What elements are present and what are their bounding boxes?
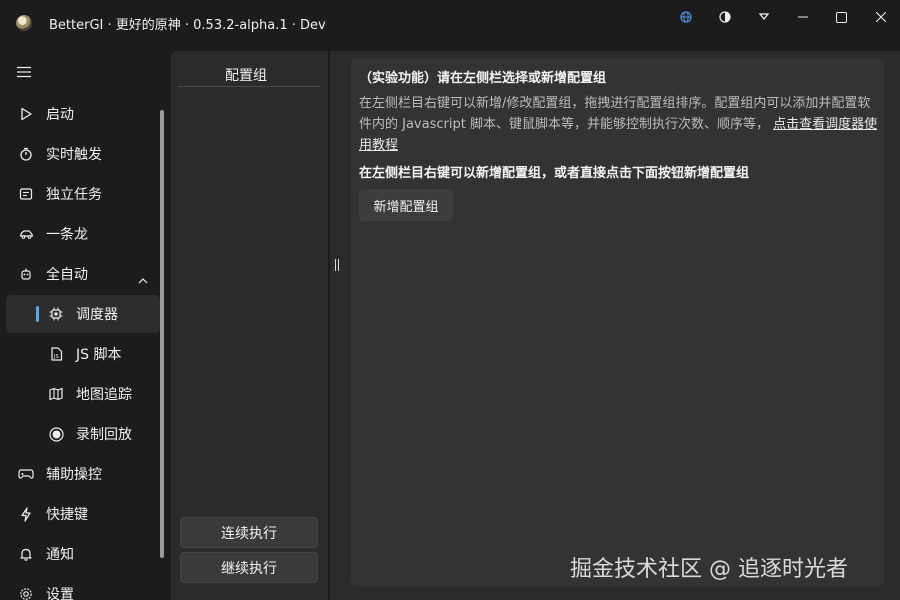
app-logo — [16, 15, 32, 31]
close-icon[interactable] — [861, 0, 900, 34]
car-icon — [18, 226, 34, 242]
settings-icon — [18, 586, 34, 600]
stopwatch-icon — [18, 146, 34, 162]
globe-icon[interactable] — [666, 0, 705, 34]
minimize-icon[interactable] — [783, 0, 822, 34]
new-config-group-button[interactable]: 新增配置组 — [359, 189, 453, 221]
sidebar-item-hotkeys[interactable]: 快捷键 — [6, 495, 160, 533]
sidebar-item-launch[interactable]: 启动 — [6, 95, 160, 133]
chip-icon — [48, 306, 64, 322]
sidebar-item-label: 地图追踪 — [76, 387, 132, 403]
card-description: 在左侧栏目右键可以新增/修改配置组，拖拽进行配置组排序。配置组内可以添加并配置软… — [359, 93, 879, 156]
sidebar-item-label: 快捷键 — [46, 507, 88, 523]
config-group-header: 配置组 — [225, 68, 267, 84]
sidebar-item-label: 设置 — [46, 587, 74, 600]
watermark: 掘金技术社区 @ 追逐时光者 — [570, 557, 848, 582]
sidebar-item-map-tracking[interactable]: 地图追踪 — [6, 375, 160, 413]
hamburger-menu-icon[interactable] — [16, 63, 32, 78]
sidebar-item-label: 实时触发 — [46, 147, 102, 163]
js-file-icon: JS — [48, 346, 64, 362]
sidebar-item-full-auto[interactable]: 全自动 — [6, 255, 160, 293]
sidebar-item-settings[interactable]: 设置 — [6, 575, 160, 600]
window-title: BetterGI · 更好的原神 · 0.53.2-alpha.1 · Dev — [49, 18, 326, 33]
card-hint: 在左侧栏目右键可以新增配置组，或者直接点击下面按钮新增配置组 — [359, 166, 750, 181]
sidebar-nav: 启动 实时触发 独立任务 一条龙 全自动 调度器 JS JS 脚本 地图追踪 录… — [0, 44, 168, 600]
svg-text:JS: JS — [53, 354, 59, 360]
title-bar: BetterGI · 更好的原神 · 0.53.2-alpha.1 · Dev — [0, 0, 900, 44]
sidebar-item-one-dragon[interactable]: 一条龙 — [6, 215, 160, 253]
sidebar-item-independent-tasks[interactable]: 独立任务 — [6, 175, 160, 213]
maximize-icon[interactable] — [822, 0, 861, 34]
sidebar-item-record-playback[interactable]: 录制回放 — [6, 415, 160, 453]
sidebar-scrollbar[interactable] — [160, 110, 164, 558]
splitter-grip-icon[interactable] — [335, 259, 339, 271]
sidebar-item-scheduler[interactable]: 调度器 — [6, 295, 160, 333]
flash-icon — [18, 506, 34, 522]
sidebar-item-label: 一条龙 — [46, 227, 88, 243]
window-controls — [666, 0, 900, 36]
config-group-panel: 配置组 连续执行 继续执行 — [171, 51, 328, 600]
bell-icon — [18, 546, 34, 562]
sidebar-item-label: 通知 — [46, 547, 74, 563]
task-list-icon — [18, 186, 34, 202]
selection-indicator — [36, 306, 39, 322]
sidebar-item-notifications[interactable]: 通知 — [6, 535, 160, 573]
dropdown-icon[interactable] — [744, 0, 783, 34]
sidebar-item-label: 独立任务 — [46, 187, 102, 203]
sidebar-item-js-script[interactable]: JS JS 脚本 — [6, 335, 160, 373]
sidebar-item-assist-control[interactable]: 辅助操控 — [6, 455, 160, 493]
gamepad-icon — [18, 466, 34, 482]
sidebar-item-label: 录制回放 — [76, 427, 132, 443]
theme-icon[interactable] — [705, 0, 744, 34]
chevron-up-icon[interactable] — [138, 269, 148, 288]
map-icon — [48, 386, 64, 402]
sidebar-item-realtime-trigger[interactable]: 实时触发 — [6, 135, 160, 173]
sidebar-item-label: 调度器 — [76, 307, 118, 323]
robot-icon — [18, 266, 34, 282]
divider — [178, 86, 320, 87]
sidebar-item-label: 辅助操控 — [46, 467, 102, 483]
card-title: （实验功能）请在左侧栏选择或新增配置组 — [359, 71, 607, 86]
continuous-execute-button[interactable]: 连续执行 — [180, 517, 318, 548]
panel-splitter[interactable] — [330, 51, 344, 600]
sidebar-item-label: 启动 — [46, 107, 74, 123]
sidebar-item-label: JS 脚本 — [76, 347, 122, 363]
sidebar-item-label: 全自动 — [46, 267, 88, 283]
info-card: （实验功能）请在左侧栏选择或新增配置组 在左侧栏目右键可以新增/修改配置组，拖拽… — [351, 58, 884, 586]
resume-execute-button[interactable]: 继续执行 — [180, 552, 318, 583]
play-icon — [18, 106, 34, 122]
record-icon — [48, 426, 64, 442]
